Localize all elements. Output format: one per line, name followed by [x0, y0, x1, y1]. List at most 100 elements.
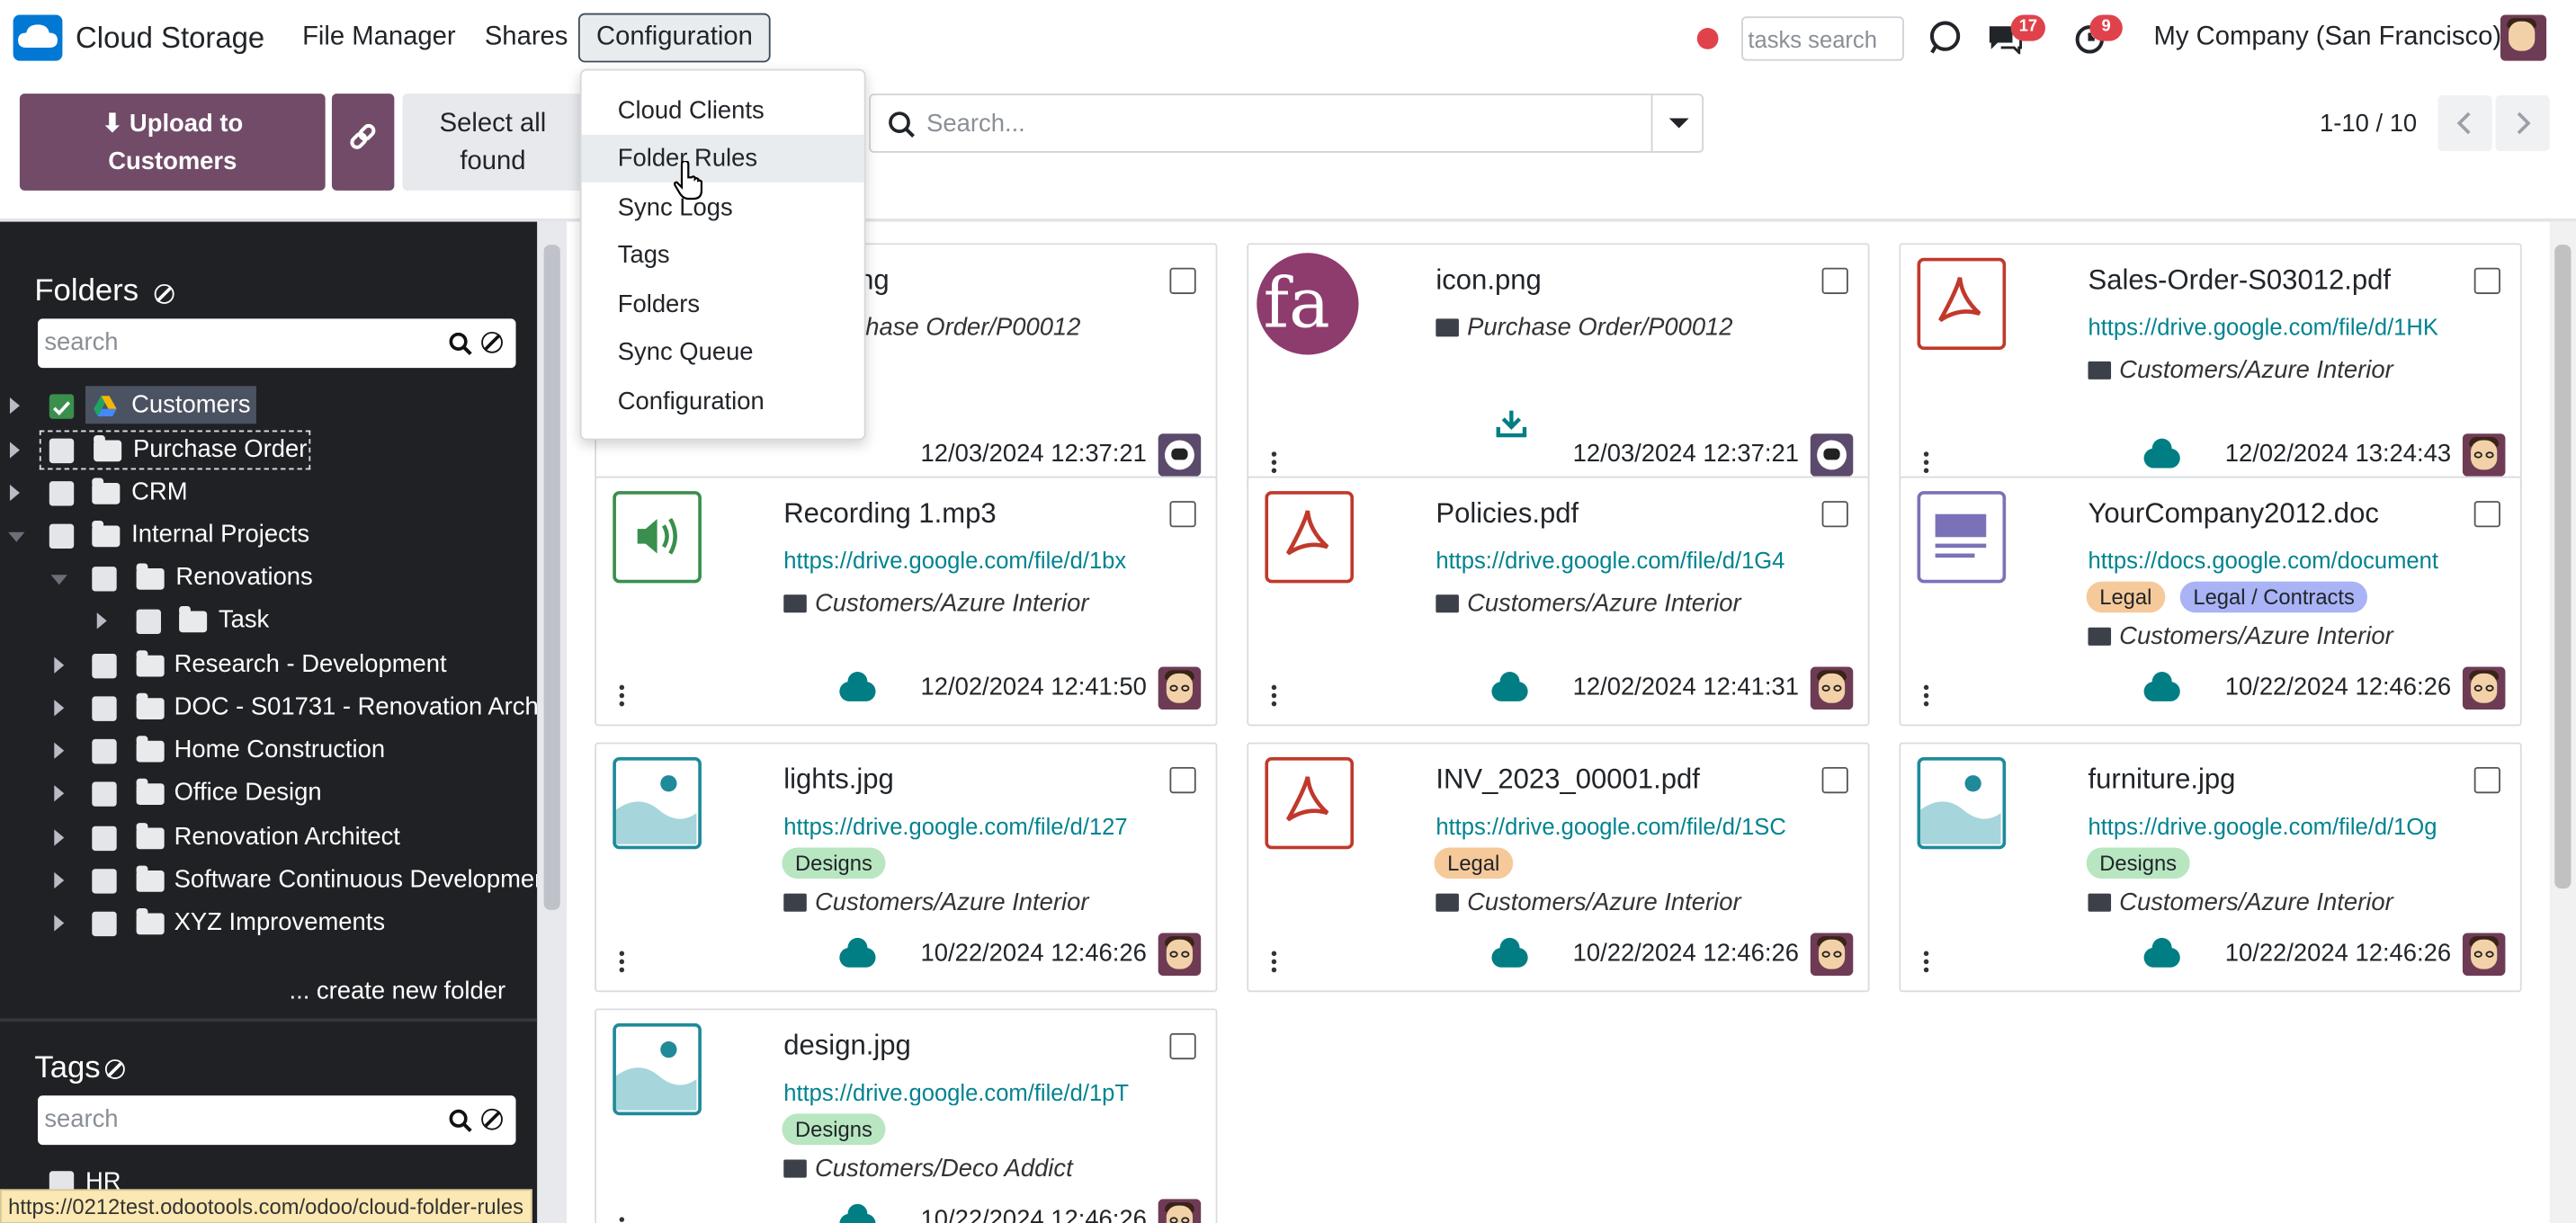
expand-arrow-icon[interactable]	[54, 742, 65, 759]
file-name[interactable]: Policies.pdf	[1436, 497, 1579, 531]
tags-search-input[interactable]: search	[38, 1095, 516, 1146]
checkbox[interactable]	[92, 911, 117, 937]
upload-to-customers-button[interactable]: ⬇ Upload to Customers	[19, 94, 326, 191]
file-name[interactable]: Sales-Order-S03012.pdf	[2088, 264, 2391, 298]
discuss-icon[interactable]	[1926, 20, 1962, 56]
collapse-arrow-icon[interactable]	[50, 575, 67, 585]
select-checkbox[interactable]	[1821, 766, 1848, 794]
file-url-link[interactable]: https://drive.google.com/file/d/1G4	[1436, 547, 1800, 573]
pager-next-button[interactable]	[2495, 94, 2550, 152]
select-checkbox[interactable]	[1169, 1032, 1196, 1060]
more-options-icon[interactable]	[619, 1217, 625, 1223]
file-url-link[interactable]: https://drive.google.com/file/d/1bx	[783, 547, 1148, 573]
tree-item-office-design[interactable]: Office Design	[0, 773, 537, 813]
tag-badge-designs[interactable]: Designs	[782, 1113, 886, 1146]
checkbox[interactable]	[92, 696, 117, 721]
checkbox[interactable]	[136, 609, 161, 635]
more-options-icon[interactable]	[619, 951, 625, 973]
menu-item-configuration[interactable]: Configuration	[582, 378, 864, 425]
menu-configuration[interactable]: Configuration	[577, 13, 771, 63]
menu-item-folder-rules[interactable]: Folder Rules	[581, 134, 864, 183]
more-options-icon[interactable]	[1923, 951, 1929, 973]
menu-item-sync-queue[interactable]: Sync Queue	[582, 328, 864, 376]
pager-previous-button[interactable]	[2437, 94, 2492, 152]
tree-item-software-continuous-development[interactable]: Software Continuous Development	[0, 861, 537, 900]
record-indicator-icon[interactable]	[1696, 28, 1719, 49]
more-options-icon[interactable]	[1271, 684, 1277, 707]
file-card-recording-mp3[interactable]: Recording 1.mp3 https://drive.google.com…	[595, 476, 1218, 727]
tree-item-customers[interactable]: Customers	[0, 386, 537, 425]
select-checkbox[interactable]	[1821, 267, 1848, 294]
file-name[interactable]: furniture.jpg	[2088, 763, 2235, 797]
scrollbar-thumb[interactable]	[543, 245, 560, 910]
tags-clear-icon[interactable]	[104, 1059, 125, 1080]
folders-clear-icon[interactable]	[154, 283, 174, 304]
select-checkbox[interactable]	[1169, 501, 1196, 528]
checkbox[interactable]	[49, 481, 75, 506]
tag-badge-legal-contracts[interactable]: Legal / Contracts	[2179, 581, 2368, 613]
tree-item-crm[interactable]: CRM	[0, 473, 537, 513]
checkbox[interactable]	[92, 826, 117, 852]
download-icon[interactable]	[1495, 409, 1528, 439]
search-input[interactable]: Search...	[926, 110, 1025, 138]
image-thumbnail[interactable]: fa	[1257, 253, 1359, 355]
tag-badge-designs[interactable]: Designs	[782, 847, 886, 879]
folders-search-input[interactable]: search	[38, 318, 516, 369]
tag-badge-designs[interactable]: Designs	[2086, 847, 2190, 879]
tasks-search-input[interactable]: tasks search	[1741, 16, 1904, 61]
expand-arrow-icon[interactable]	[54, 700, 65, 717]
image-file-icon[interactable]	[1917, 757, 2007, 850]
select-checkbox[interactable]	[1169, 766, 1196, 794]
select-checkbox[interactable]	[1169, 267, 1196, 294]
tree-item-task[interactable]: Task	[0, 601, 537, 640]
file-url-link[interactable]: https://drive.google.com/file/d/1SC	[1436, 813, 1800, 839]
more-options-icon[interactable]	[1271, 451, 1277, 474]
file-card-sales-order-pdf[interactable]: Sales-Order-S03012.pdf https://drive.goo…	[1899, 243, 2522, 493]
sidebar-scrollbar[interactable]	[537, 221, 568, 1223]
more-options-icon[interactable]	[619, 684, 625, 707]
file-url-link[interactable]: https://drive.google.com/file/d/1HK	[2088, 314, 2452, 340]
cloud-logo-icon[interactable]	[13, 14, 63, 61]
tag-badge-legal[interactable]: Legal	[1434, 847, 1513, 879]
file-card-furniture-jpg[interactable]: furniture.jpg https://drive.google.com/f…	[1899, 742, 2522, 993]
checkbox[interactable]	[49, 438, 75, 464]
tree-item-renovations[interactable]: Renovations	[0, 558, 537, 598]
more-options-icon[interactable]	[1923, 451, 1929, 474]
select-all-found-button[interactable]: Select all found	[402, 94, 584, 191]
create-new-folder-link[interactable]: ... create new folder	[289, 978, 505, 1005]
checkbox[interactable]	[92, 869, 117, 894]
menu-shares[interactable]: Shares	[485, 23, 568, 53]
select-checkbox[interactable]	[1821, 501, 1848, 528]
clear-search-icon[interactable]	[481, 1108, 503, 1130]
link-button[interactable]	[331, 94, 395, 191]
file-card-yourcompany2012-doc[interactable]: YourCompany2012.doc https://docs.google.…	[1899, 476, 2522, 727]
checkbox[interactable]	[92, 738, 117, 764]
more-options-icon[interactable]	[1923, 684, 1929, 707]
checkbox[interactable]	[49, 523, 75, 549]
expand-arrow-icon[interactable]	[9, 397, 20, 415]
file-name[interactable]: lights.jpg	[783, 763, 894, 797]
select-checkbox[interactable]	[2473, 267, 2500, 294]
tree-item-research-development[interactable]: Research - Development	[0, 646, 537, 685]
scrollbar-thumb[interactable]	[2554, 245, 2572, 889]
checkbox[interactable]	[92, 781, 117, 807]
file-card-lights-jpg[interactable]: lights.jpg https://drive.google.com/file…	[595, 742, 1218, 993]
company-switcher[interactable]: My Company (San Francisco)	[2154, 23, 2502, 53]
menu-item-folders[interactable]: Folders	[582, 281, 864, 328]
tree-item-internal-projects[interactable]: Internal Projects	[0, 516, 537, 556]
collapse-arrow-icon[interactable]	[8, 531, 25, 542]
app-title[interactable]: Cloud Storage	[76, 22, 264, 56]
more-options-icon[interactable]	[1271, 951, 1277, 973]
search-options-toggle[interactable]	[1650, 94, 1704, 152]
expand-arrow-icon[interactable]	[9, 442, 20, 459]
file-name[interactable]: YourCompany2012.doc	[2088, 497, 2378, 531]
expand-arrow-icon[interactable]	[54, 829, 65, 846]
file-name[interactable]: INV_2023_00001.pdf	[1436, 763, 1700, 797]
file-url-link[interactable]: https://drive.google.com/file/d/1pT	[783, 1079, 1148, 1105]
file-name[interactable]: design.jpg	[783, 1030, 911, 1063]
file-card-design-jpg[interactable]: design.jpg https://drive.google.com/file…	[595, 1008, 1218, 1223]
menu-file-manager[interactable]: File Manager	[302, 23, 456, 53]
pdf-file-icon[interactable]	[1265, 491, 1355, 584]
tree-item-home-construction[interactable]: Home Construction	[0, 731, 537, 771]
expand-arrow-icon[interactable]	[54, 785, 65, 802]
